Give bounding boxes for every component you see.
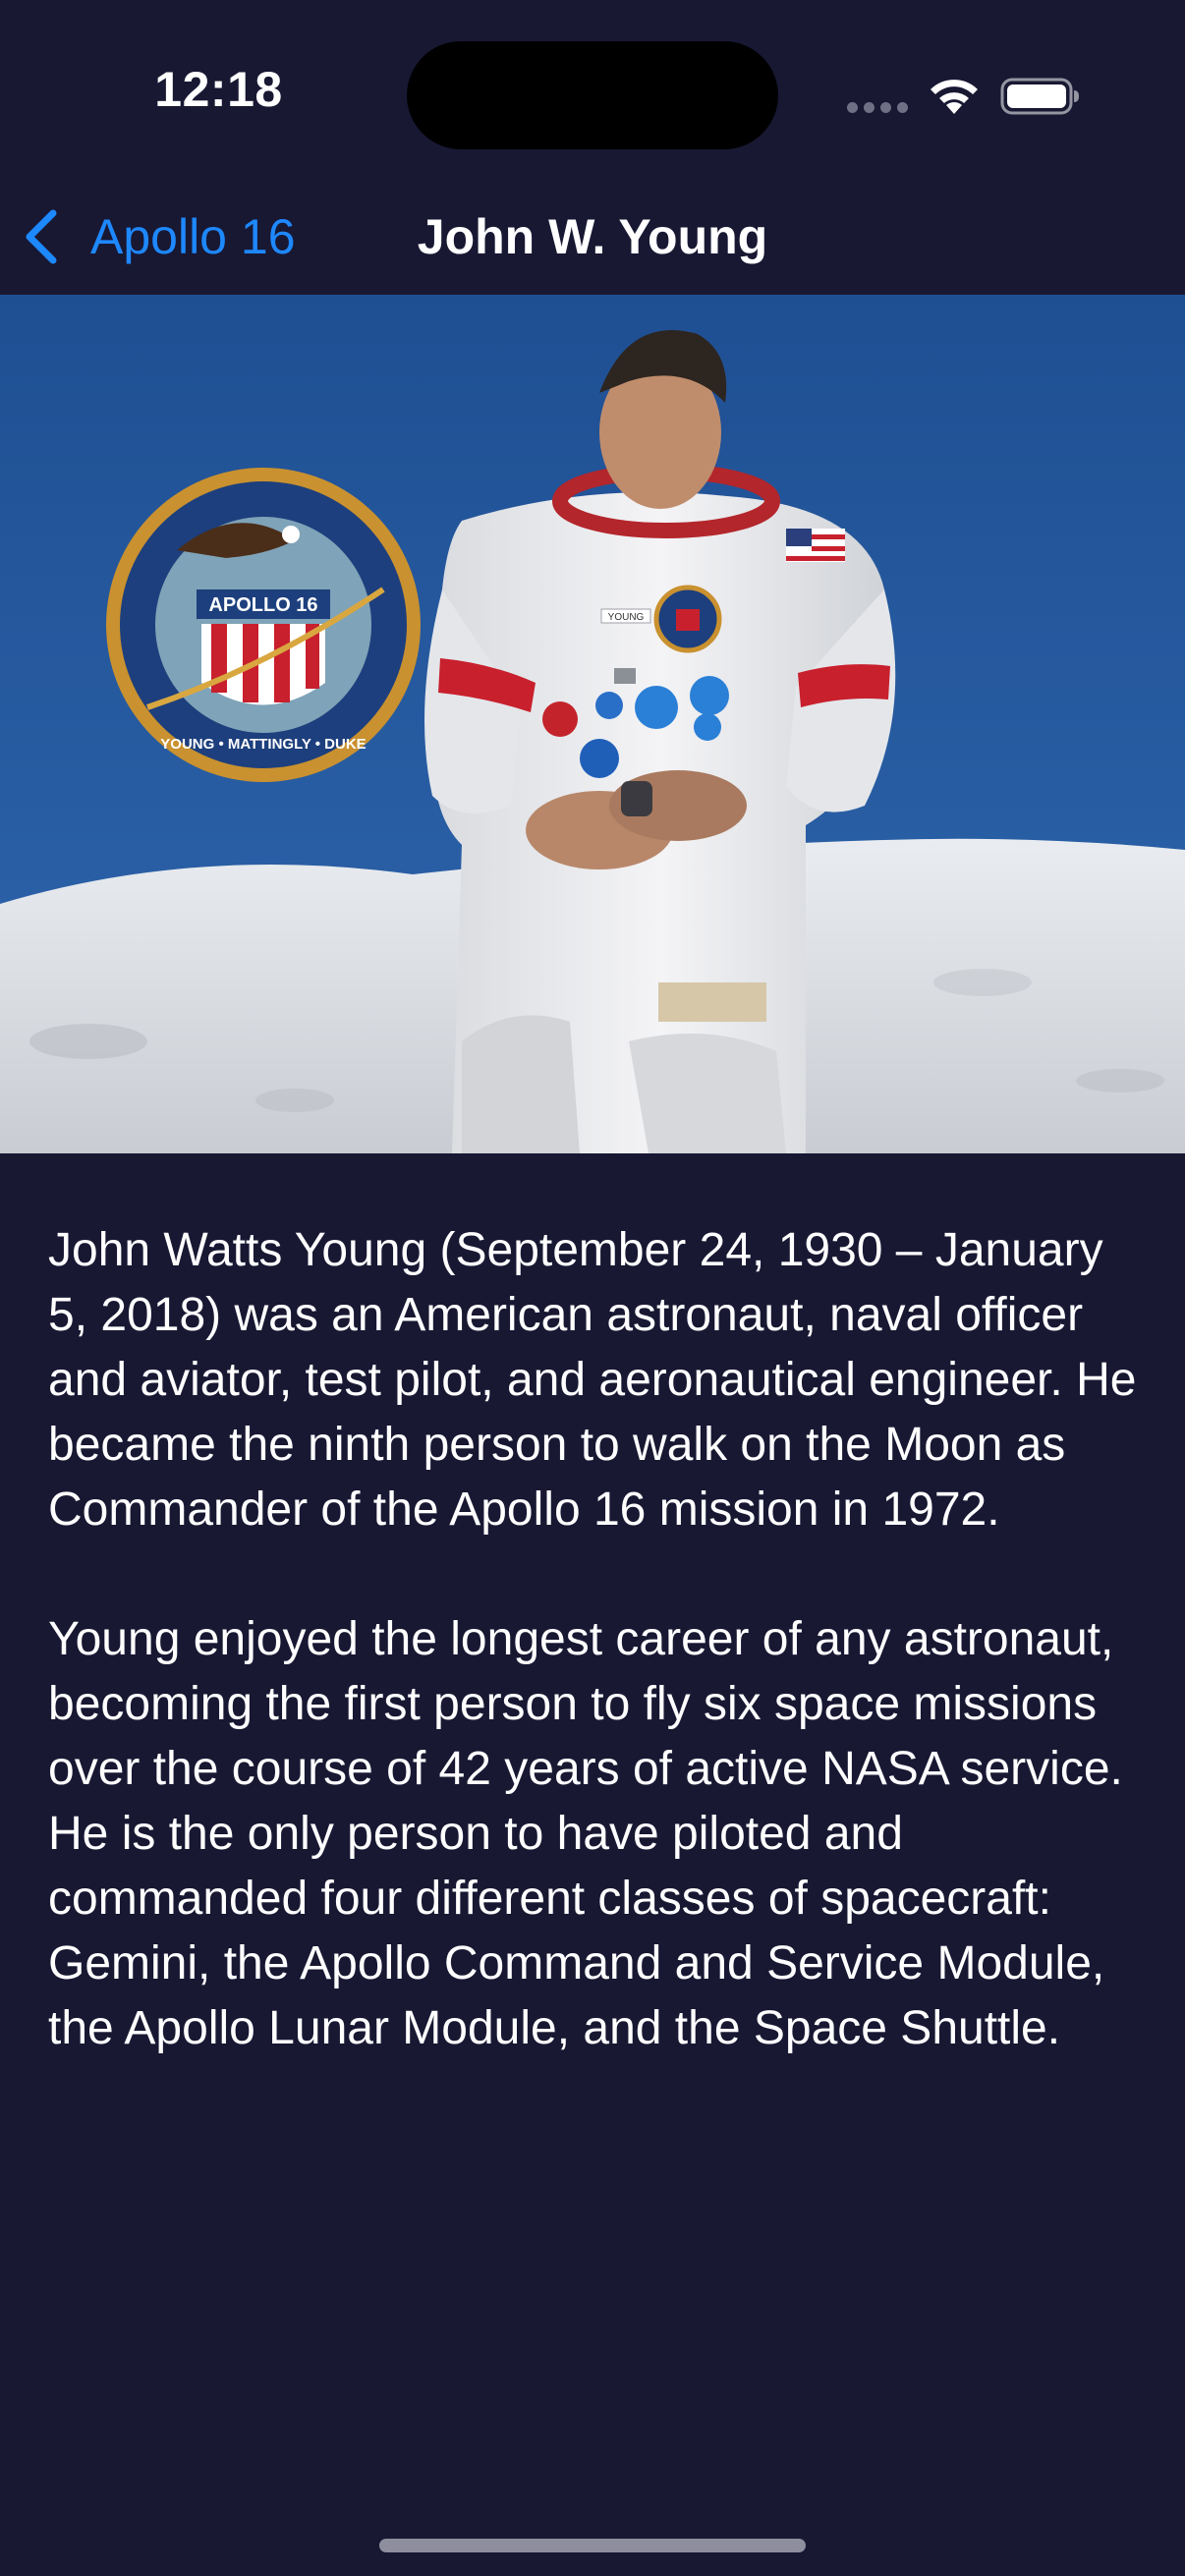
biography-paragraph-2: Young enjoyed the longest career of any … (48, 1613, 1123, 2054)
wifi-icon (931, 80, 978, 114)
astronaut-portrait-image: APOLLO 16 YOUNG • MATTINGLY • DUKE YOUNG (0, 295, 1185, 1153)
status-time: 12:18 (154, 62, 283, 117)
suit-name-tag: YOUNG (608, 612, 645, 623)
cellular-signal-icon (847, 102, 908, 114)
dynamic-island (407, 41, 778, 149)
patch-title: APOLLO 16 (208, 594, 317, 616)
patch-crew-names: YOUNG • MATTINGLY • DUKE (160, 736, 366, 753)
battery-icon (1000, 78, 1079, 115)
home-indicator[interactable] (379, 2539, 806, 2552)
biography-content: John Watts Young (September 24, 1930 – J… (48, 1218, 1149, 2061)
back-button[interactable]: Apollo 16 (22, 200, 296, 273)
status-bar: 12:18 (0, 0, 1185, 187)
back-button-label: Apollo 16 (90, 209, 296, 264)
chevron-left-icon (26, 209, 57, 264)
navigation-bar: John W. Young Apollo 16 (0, 187, 1185, 295)
apollo-16-patch: APOLLO 16 YOUNG • MATTINGLY • DUKE (106, 468, 421, 782)
biography-paragraph-1: John Watts Young (September 24, 1930 – J… (48, 1224, 1137, 1536)
